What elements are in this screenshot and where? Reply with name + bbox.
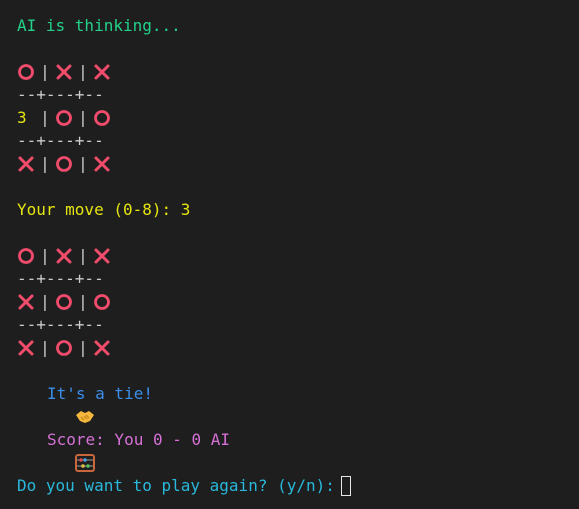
- x-mark-icon: [93, 339, 111, 357]
- o-mark-icon: [55, 339, 73, 357]
- cell-separator: |: [40, 292, 50, 311]
- board-row: | |: [17, 152, 579, 175]
- x-mark-icon: [93, 155, 111, 173]
- o-mark-icon: [93, 109, 111, 127]
- play-again-prompt: Do you want to play again? (y/n):: [17, 476, 335, 495]
- cell-separator: |: [78, 154, 88, 173]
- thinking-message: AI is thinking...: [17, 16, 181, 35]
- cell-separator: |: [40, 338, 50, 357]
- cell-separator: |: [78, 292, 88, 311]
- board-row: | |: [17, 290, 579, 313]
- move-prompt: Your move (0-8): 3: [17, 200, 191, 219]
- terminal-window[interactable]: AI is thinking... | | --+---+-- 3 | | --+---+-…: [0, 0, 579, 509]
- o-mark-icon: [17, 247, 35, 265]
- board-row: | |: [17, 336, 579, 359]
- input-cursor[interactable]: [340, 475, 351, 496]
- board-row: 3 | |: [17, 106, 579, 129]
- board-divider: --+---+--: [17, 85, 104, 104]
- x-mark-icon: [55, 247, 73, 265]
- score-line: Score: You 0 - 0 AI: [17, 428, 579, 472]
- abacus-icon: [17, 431, 95, 472]
- cell-separator: |: [78, 246, 88, 265]
- o-mark-icon: [17, 63, 35, 81]
- x-mark-icon: [93, 63, 111, 81]
- o-mark-icon: [55, 293, 73, 311]
- o-mark-icon: [55, 109, 73, 127]
- tie-message-line: It's a tie!: [17, 382, 579, 423]
- board-divider: --+---+--: [17, 131, 104, 150]
- cell-separator: |: [78, 108, 88, 127]
- x-mark-icon: [17, 293, 35, 311]
- board-before-move: | | --+---+-- 3 | | --+---+-- | |: [17, 60, 579, 175]
- o-mark-icon: [55, 155, 73, 173]
- x-mark-icon: [93, 247, 111, 265]
- cell-separator: |: [78, 62, 88, 81]
- cell-separator: |: [40, 108, 50, 127]
- play-again-line: Do you want to play again? (y/n):: [17, 474, 579, 497]
- board-after-move: | | --+---+-- | | --+---+-- | |: [17, 244, 579, 359]
- board-row: | |: [17, 60, 579, 83]
- cell-separator: |: [78, 338, 88, 357]
- board-divider: --+---+--: [17, 315, 104, 334]
- cell-separator: |: [40, 154, 50, 173]
- score-text: Score: You 0 - 0 AI: [47, 430, 231, 449]
- x-mark-icon: [17, 339, 35, 357]
- o-mark-icon: [93, 293, 111, 311]
- board-row: | |: [17, 244, 579, 267]
- handshake-icon: [17, 385, 94, 423]
- board-divider: --+---+--: [17, 269, 104, 288]
- cell-separator: |: [40, 246, 50, 265]
- empty-cell-number: 3: [17, 108, 27, 127]
- x-mark-icon: [55, 63, 73, 81]
- cell-separator: |: [40, 62, 50, 81]
- tie-message: It's a tie!: [47, 384, 153, 403]
- x-mark-icon: [17, 155, 35, 173]
